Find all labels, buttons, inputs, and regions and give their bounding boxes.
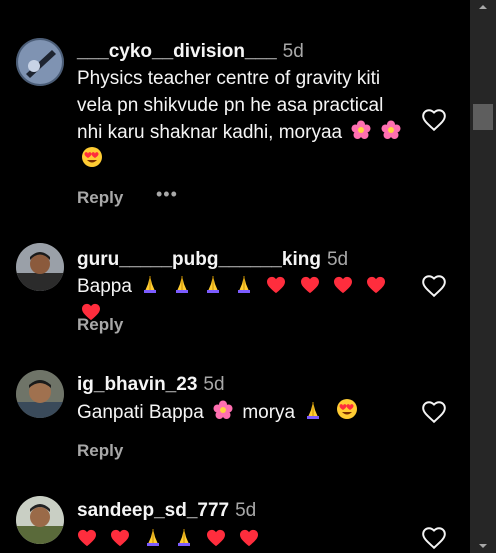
- comment-text: Ganpati Bappa morya: [77, 398, 412, 426]
- pray-emoji-icon: [175, 527, 193, 547]
- comment-header: guru_____pubg______king 5d: [77, 248, 348, 272]
- scroll-up-arrow[interactable]: [470, 0, 496, 14]
- red-heart-emoji-icon: [206, 529, 226, 547]
- avatar[interactable]: [16, 370, 64, 418]
- reply-button[interactable]: Reply: [77, 315, 123, 335]
- vertical-scrollbar[interactable]: [470, 0, 496, 553]
- comment-text-content: Bappa: [77, 276, 132, 297]
- username[interactable]: ___cyko__division___: [77, 41, 277, 62]
- red-heart-emoji-icon: [110, 529, 130, 547]
- avatar[interactable]: [16, 496, 64, 544]
- red-heart-emoji-icon: [77, 529, 97, 547]
- pray-emoji-icon: [304, 400, 322, 420]
- timestamp: 5d: [203, 374, 225, 395]
- timestamp: 5d: [282, 41, 304, 62]
- comment-text: Physics teacher centre of gravity kiti v…: [77, 65, 412, 174]
- avatar[interactable]: [16, 243, 64, 291]
- heart-outline-icon[interactable]: [421, 399, 447, 425]
- flower-emoji-icon: [213, 400, 233, 420]
- pray-emoji-icon: [173, 274, 191, 294]
- red-heart-emoji-icon: [239, 529, 259, 547]
- heart-outline-icon[interactable]: [421, 525, 447, 551]
- heart-outline-icon[interactable]: [421, 107, 447, 133]
- pray-emoji-icon: [204, 274, 222, 294]
- username[interactable]: sandeep_sd_777: [77, 500, 229, 521]
- username[interactable]: ig_bhavin_23: [77, 374, 197, 395]
- comment-text-after: morya: [242, 402, 296, 423]
- pray-emoji-icon: [235, 274, 253, 294]
- timestamp: 5d: [235, 500, 257, 521]
- flower-emoji-icon: [381, 120, 401, 140]
- comment-header: sandeep_sd_777 5d: [77, 499, 256, 523]
- red-heart-emoji-icon: [266, 276, 286, 294]
- more-options-button[interactable]: •••: [156, 184, 178, 205]
- red-heart-emoji-icon: [300, 276, 320, 294]
- comment-header: ___cyko__division___ 5d: [77, 40, 304, 64]
- pray-emoji-icon: [144, 527, 162, 547]
- comment-header: ig_bhavin_23 5d: [77, 373, 225, 397]
- comments-feed: ___cyko__division___ 5d Physics teacher c…: [0, 0, 470, 553]
- username[interactable]: guru_____pubg______king: [77, 249, 321, 270]
- heart-outline-icon[interactable]: [421, 273, 447, 299]
- comment-text: Bappa: [77, 273, 412, 327]
- comment-text: [73, 526, 408, 553]
- flower-emoji-icon: [351, 120, 371, 140]
- reply-button[interactable]: Reply: [77, 188, 123, 208]
- red-heart-emoji-icon: [366, 276, 386, 294]
- comment-text-content: Physics teacher centre of gravity kiti v…: [77, 68, 384, 143]
- pray-emoji-icon: [141, 274, 159, 294]
- avatar[interactable]: [16, 38, 64, 86]
- heart-eyes-emoji-icon: [336, 398, 358, 420]
- reply-button[interactable]: Reply: [77, 441, 123, 461]
- red-heart-emoji-icon: [333, 276, 353, 294]
- scrollbar-thumb[interactable]: [473, 104, 493, 130]
- comment-text-before: Ganpati Bappa: [77, 402, 204, 423]
- scroll-down-arrow[interactable]: [470, 539, 496, 553]
- heart-eyes-emoji-icon: [81, 146, 103, 168]
- timestamp: 5d: [326, 249, 349, 270]
